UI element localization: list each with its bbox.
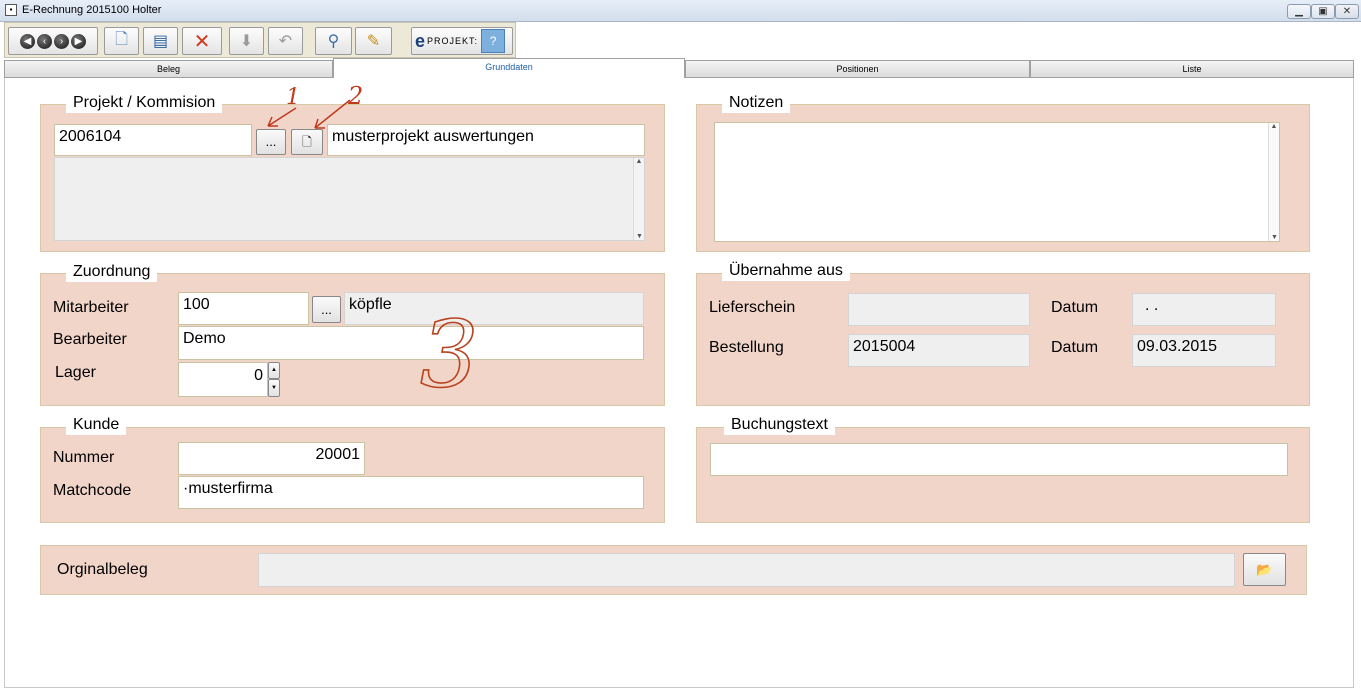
annotation-number-1: 1 (286, 85, 300, 110)
annotation-number-3: 3 (420, 301, 479, 408)
annotation-layer: 1 2 3 (267, 82, 479, 409)
annotation-arrow-1 (267, 107, 297, 127)
annotation-arrow-2 (314, 99, 351, 129)
annotation-number-2: 2 (347, 82, 363, 110)
